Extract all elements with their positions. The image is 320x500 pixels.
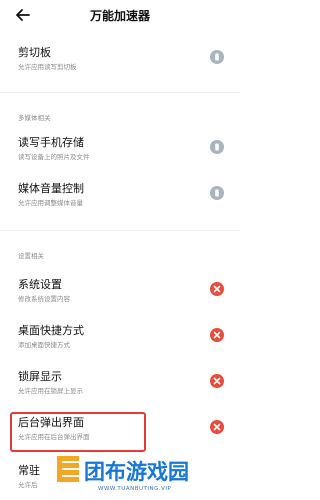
permission-title: 桌面快捷方式: [18, 324, 84, 337]
permission-row-clipboard[interactable]: 剪切板 允许应用读写剪切板: [0, 36, 240, 82]
allowed-status-icon[interactable]: [210, 50, 224, 64]
watermark-name: 团布游戏园: [84, 460, 189, 484]
allowed-status-icon[interactable]: [210, 186, 224, 200]
permission-subtitle: 允许后: [18, 481, 38, 489]
permission-title: 媒体音量控制: [18, 182, 84, 195]
highlight-box: [10, 412, 146, 452]
section-divider: [0, 230, 240, 231]
permission-row-desktop-shortcut[interactable]: 桌面快捷方式 添加桌面快捷方式: [0, 314, 240, 360]
permission-subtitle: 修改系统设置内容: [18, 295, 70, 303]
permission-title: 系统设置: [18, 278, 62, 291]
section-divider: [0, 92, 240, 93]
permission-subtitle: 允许应用读写剪切板: [18, 63, 77, 71]
denied-status-icon[interactable]: [210, 374, 224, 388]
permission-subtitle: 允许应用调整媒体音量: [18, 199, 83, 207]
permission-title: 锁屏显示: [18, 370, 62, 383]
permission-row-lockscreen-display[interactable]: 锁屏显示 允许应用在锁屏上显示: [0, 360, 240, 406]
permission-title: 读写手机存储: [18, 136, 84, 149]
permission-subtitle: 允许应用在锁屏上显示: [18, 387, 83, 395]
permission-subtitle: 添加桌面快捷方式: [18, 341, 70, 349]
page-title: 万能加速器: [89, 9, 150, 23]
permission-row-system-settings[interactable]: 系统设置 修改系统设置内容: [0, 268, 240, 314]
denied-status-icon[interactable]: [210, 420, 224, 434]
permission-row-storage[interactable]: 读写手机存储 读写设备上的照片及文件: [0, 126, 240, 172]
denied-status-icon[interactable]: [210, 328, 224, 342]
permission-row-media-volume[interactable]: 媒体音量控制 允许应用调整媒体音量: [0, 172, 240, 218]
denied-status-icon[interactable]: [210, 282, 224, 296]
watermark-logo-icon: [55, 454, 81, 486]
section-header-multimedia: 多媒体相关: [18, 114, 51, 122]
section-header-settings: 设置相关: [18, 252, 44, 260]
permission-subtitle: 读写设备上的照片及文件: [18, 153, 90, 161]
allowed-status-icon[interactable]: [210, 140, 224, 154]
permission-title: 常驻: [18, 464, 40, 477]
permission-title: 剪切板: [18, 46, 51, 59]
top-bar: 万能加速器: [0, 0, 240, 32]
watermark-url: WWW.TUANBUTING.VIP: [98, 486, 172, 492]
